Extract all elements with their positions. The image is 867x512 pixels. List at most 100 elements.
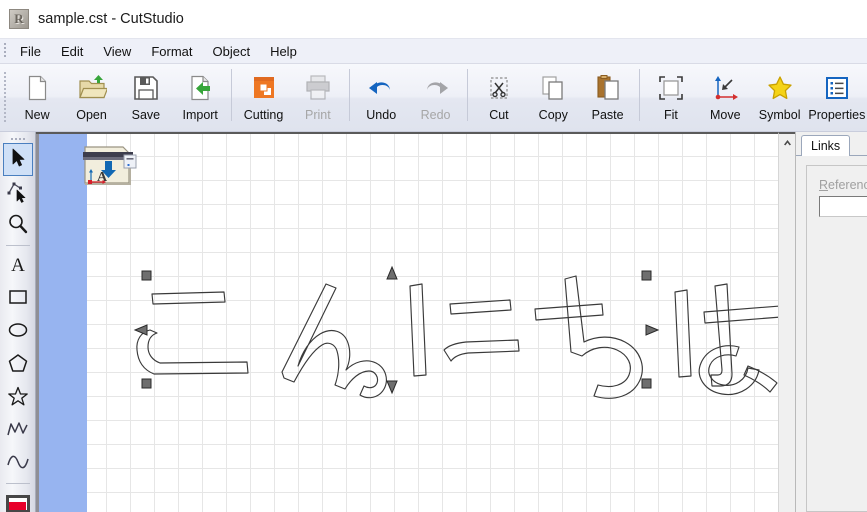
reference-label: Reference (819, 178, 867, 192)
menu-bar: File Edit View Format Object Help (0, 38, 867, 64)
import-arrow-icon (183, 71, 217, 105)
open-button[interactable]: Open (64, 66, 118, 128)
fit-button-label: Fit (664, 108, 678, 122)
print-button-label: Print (305, 108, 331, 122)
undo-button-label: Undo (366, 108, 397, 122)
menu-help[interactable]: Help (260, 41, 307, 62)
symbol-button[interactable]: Symbol (752, 66, 806, 128)
cutting-button-label: Cutting (243, 108, 284, 122)
save-button-label: Save (131, 108, 161, 122)
svg-text:A: A (11, 255, 25, 275)
workspace-row: A A Links Referen (0, 132, 867, 512)
properties-button-label: Properties (808, 108, 866, 122)
main-toolbar: New Open Save Import Cutting Print Undo … (0, 64, 867, 132)
new-document-icon (20, 71, 54, 105)
import-button[interactable]: Import (173, 66, 227, 128)
node-edit-icon (6, 179, 30, 206)
paste-button[interactable]: Paste (580, 66, 634, 128)
undo-arrow-icon (364, 71, 398, 105)
rectangle-icon (7, 286, 29, 311)
copy-button-label: Copy (538, 108, 568, 122)
move-button[interactable]: Move (698, 66, 752, 128)
canvas-grid (36, 134, 778, 512)
star-outline-icon (7, 385, 29, 410)
scroll-up-icon[interactable] (779, 134, 796, 151)
pentagon-icon (7, 352, 29, 377)
window-title: sample.cst - CutStudio (38, 11, 184, 27)
cut-button-label: Cut (489, 108, 509, 122)
open-button-label: Open (76, 108, 107, 122)
toolbar-separator-3 (466, 69, 468, 121)
floppy-disk-icon (129, 71, 163, 105)
redo-button[interactable]: Redo (408, 66, 462, 128)
polyline-icon (6, 418, 30, 443)
fill-color-swatch[interactable] (3, 487, 33, 512)
polygon-tool[interactable] (3, 348, 33, 381)
magnifier-icon (7, 213, 29, 238)
paste-button-label: Paste (591, 108, 624, 122)
cutting-plotter-icon (247, 71, 281, 105)
zoom-tool[interactable] (3, 209, 33, 242)
menu-edit[interactable]: Edit (51, 41, 93, 62)
title-bar: R sample.cst - CutStudio (0, 0, 867, 38)
cut-button[interactable]: Cut (472, 66, 526, 128)
toolbar-separator-4 (638, 69, 640, 121)
polyline-tool[interactable] (3, 414, 33, 447)
toolbar-drag-grip[interactable] (0, 66, 10, 130)
move-axes-icon (708, 71, 742, 105)
toolbar-separator-1 (231, 69, 233, 121)
scrollbar-track[interactable] (779, 151, 796, 512)
palette-divider-2 (5, 483, 30, 484)
palette-drag-grip[interactable] (6, 134, 30, 143)
ellipse-tool[interactable] (3, 315, 33, 348)
node-edit-tool[interactable] (3, 176, 33, 209)
properties-button[interactable]: Properties (807, 66, 867, 128)
select-arrow-tool[interactable] (2, 143, 33, 176)
copy-button[interactable]: Copy (526, 66, 580, 128)
curve-icon (6, 451, 30, 476)
symbol-button-label: Symbol (758, 108, 801, 122)
links-panel-body: Reference (796, 156, 867, 512)
star-tool[interactable] (3, 381, 33, 414)
rectangle-tool[interactable] (3, 282, 33, 315)
tab-links[interactable]: Links (801, 135, 851, 156)
properties-list-icon (820, 71, 854, 105)
design-canvas[interactable]: A (36, 132, 778, 512)
reference-label-rest: eference (828, 178, 867, 192)
menu-view[interactable]: View (93, 41, 141, 62)
print-button[interactable]: Print (291, 66, 345, 128)
menu-object[interactable]: Object (202, 41, 260, 62)
fit-frame-icon (654, 71, 688, 105)
new-button-label: New (24, 108, 50, 122)
printer-icon (301, 71, 335, 105)
star-symbol-icon (763, 71, 797, 105)
redo-button-label: Redo (420, 108, 451, 122)
move-button-label: Move (710, 108, 741, 122)
reference-input[interactable] (819, 196, 867, 217)
save-button[interactable]: Save (119, 66, 173, 128)
new-button[interactable]: New (10, 66, 64, 128)
menu-format[interactable]: Format (141, 41, 202, 62)
toolbar-separator-2 (349, 69, 351, 121)
machine-setup-icon: A (83, 139, 141, 191)
cutting-button[interactable]: Cutting (236, 66, 290, 128)
undo-button[interactable]: Undo (354, 66, 408, 128)
import-button-label: Import (182, 108, 218, 122)
text-tool[interactable]: A (3, 249, 33, 282)
canvas-vertical-scrollbar[interactable] (778, 132, 795, 512)
copy-pages-icon (536, 71, 570, 105)
curve-tool[interactable] (3, 447, 33, 480)
material-area-strip (36, 134, 87, 512)
menu-drag-grip[interactable] (0, 38, 10, 64)
scissors-icon (482, 71, 516, 105)
app-icon-glyph: R (14, 11, 24, 26)
fit-button[interactable]: Fit (644, 66, 698, 128)
ellipse-icon (7, 319, 29, 344)
cutstudio-window: R sample.cst - CutStudio File Edit View … (0, 0, 867, 512)
letter-a-icon: A (7, 253, 29, 278)
clipboard-icon (591, 71, 625, 105)
palette-divider (5, 245, 30, 246)
menu-file[interactable]: File (10, 41, 51, 62)
reference-group: Reference (806, 165, 867, 512)
color-swatch-frame (5, 495, 30, 512)
